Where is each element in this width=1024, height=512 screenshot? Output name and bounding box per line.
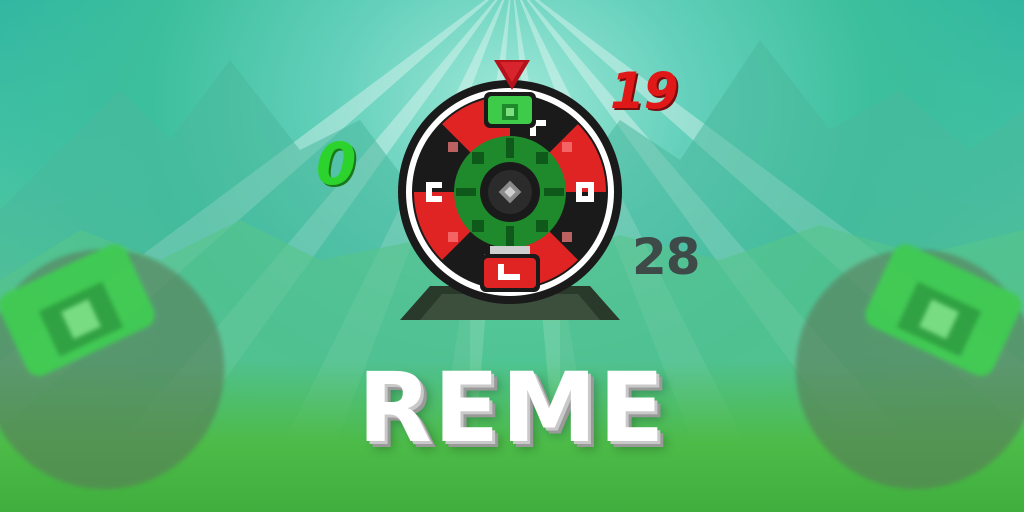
pointer-arrow-icon [494,60,530,90]
green-number: 0 [316,130,356,198]
game-title: REME [357,352,667,464]
roulette-wheel-icon [398,80,622,320]
red-number: 19 [610,62,679,120]
game-scene: 0 19 28 REME [0,0,1024,512]
grey-number: 28 [632,228,701,286]
